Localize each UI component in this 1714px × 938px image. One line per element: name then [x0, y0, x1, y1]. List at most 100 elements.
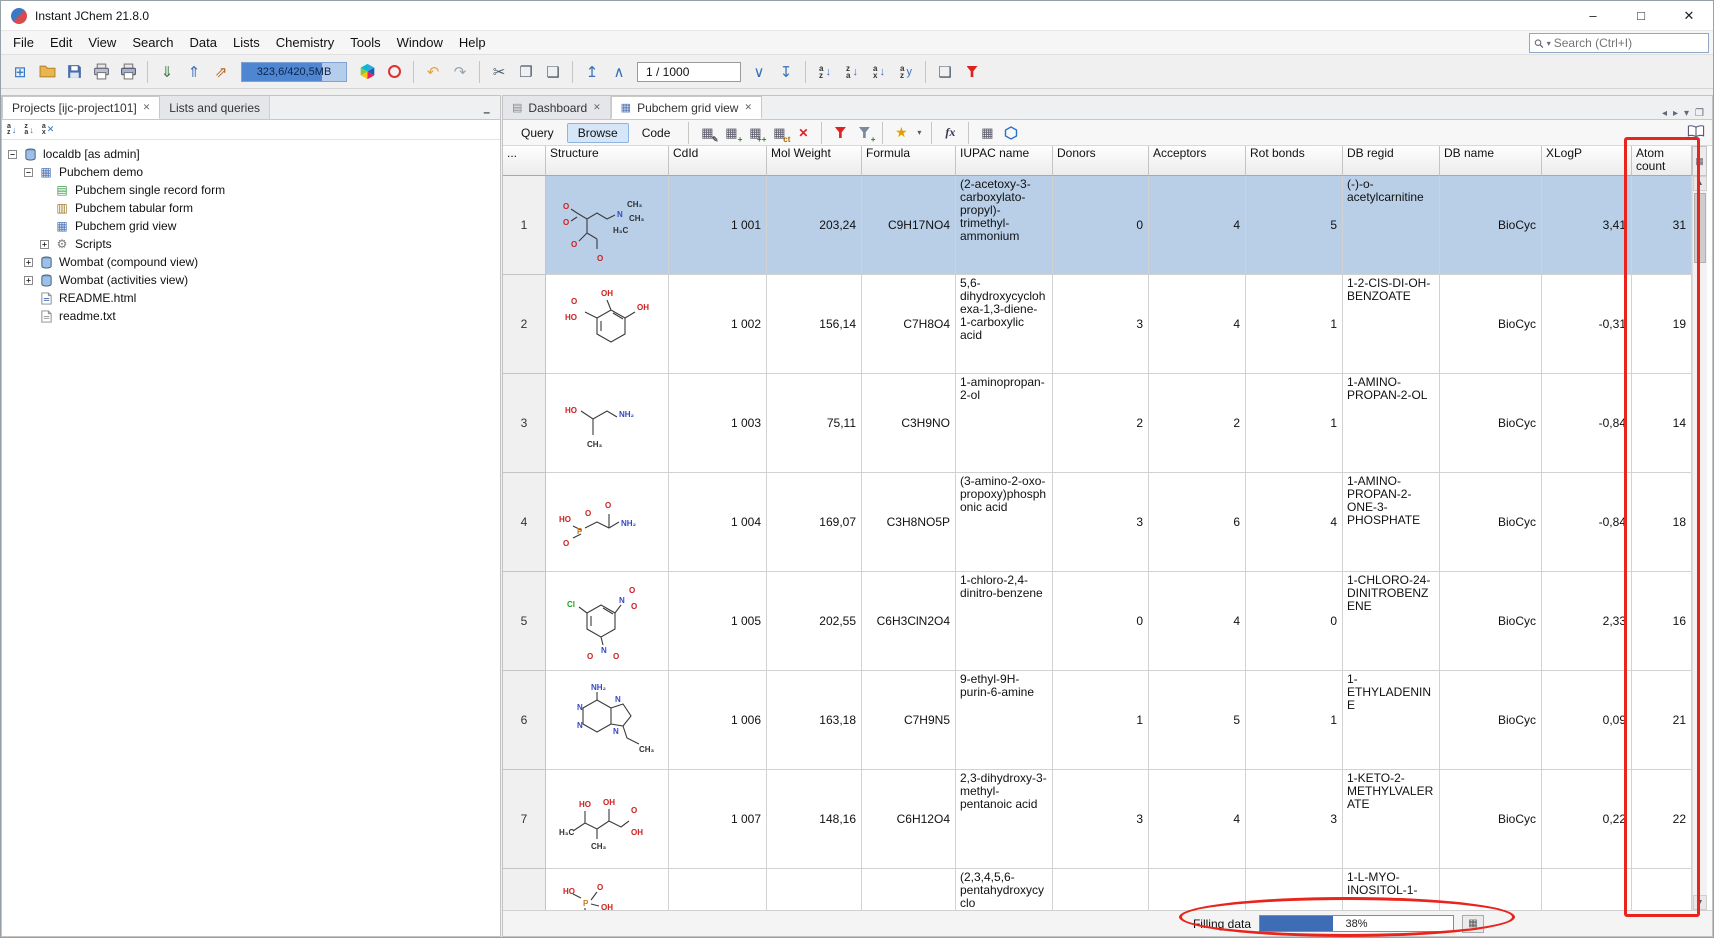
redo-button[interactable]: ↷	[447, 59, 473, 85]
cell-atom-count[interactable]: 22	[1632, 770, 1692, 869]
cell-cdid[interactable]: 1 002	[669, 275, 767, 374]
cell-formula[interactable]	[862, 869, 956, 910]
cell-mol-weight[interactable]: 156,14	[767, 275, 862, 374]
tree-item-single-record-form[interactable]: ▤ Pubchem single record form	[2, 181, 500, 199]
cell-db-name[interactable]: BioCyc	[1440, 176, 1542, 275]
favorites-button[interactable]: ★	[890, 123, 912, 143]
cell-rot-bonds[interactable]: 0	[1246, 572, 1343, 671]
cell-xlogp[interactable]: 0,22	[1542, 770, 1632, 869]
structure-editor-button[interactable]	[1000, 123, 1022, 143]
cell-xlogp[interactable]: -0,84	[1542, 374, 1632, 473]
cell-atom-count[interactable]: 18	[1632, 473, 1692, 572]
mode-browse[interactable]: Browse	[567, 123, 629, 143]
scroll-tabs-right-icon[interactable]: ▸	[1673, 108, 1678, 119]
mode-query[interactable]: Query	[510, 123, 565, 143]
tab-close-icon[interactable]: ✕	[143, 102, 151, 113]
cell-donors[interactable]: 0	[1053, 176, 1149, 275]
cell-structure[interactable]: H₃C HOOH OOH CH₃	[546, 770, 669, 869]
cell-formula[interactable]: C7H9N5	[862, 671, 956, 770]
menu-edit[interactable]: Edit	[42, 35, 80, 50]
cell-rot-bonds[interactable]: 3	[1246, 770, 1343, 869]
cell-atom-count[interactable]: 14	[1632, 374, 1692, 473]
column-header-rot-bonds[interactable]: Rot bonds	[1246, 146, 1343, 176]
cell-donors[interactable]: 3	[1053, 275, 1149, 374]
cell-db-name[interactable]: BioCyc	[1440, 572, 1542, 671]
cell-db-name[interactable]	[1440, 869, 1542, 910]
filter-button[interactable]	[959, 59, 985, 85]
tab-close-icon[interactable]: ✕	[593, 102, 601, 113]
cell-structure[interactable]: OHO OHOH	[546, 275, 669, 374]
cell-rot-bonds[interactable]: 1	[1246, 671, 1343, 770]
cell-donors[interactable]: 2	[1053, 374, 1149, 473]
table-row[interactable]: 2 OHO OHOH 1 002 156,14 C7H8O4 5,6-dihyd…	[503, 275, 1712, 374]
sort-by-name-button[interactable]: az↓	[7, 124, 16, 136]
last-record-button[interactable]: ↧	[773, 59, 799, 85]
maximize-view-icon[interactable]: ❐	[1695, 108, 1704, 119]
cell-atom-count[interactable]: 31	[1632, 176, 1692, 275]
memory-indicator[interactable]: 323,6/420,5MB	[241, 62, 347, 82]
column-header-db-name[interactable]: DB name	[1440, 146, 1542, 176]
cell-mol-weight[interactable]: 163,18	[767, 671, 862, 770]
row-number[interactable]: 7	[503, 770, 546, 869]
cell-cdid[interactable]: 1 005	[669, 572, 767, 671]
record-position-input[interactable]: 1 / 1000	[637, 62, 741, 82]
cell-db-regid[interactable]: (-)-o-acetylcarnitine	[1343, 176, 1440, 275]
column-header-acceptors[interactable]: Acceptors	[1149, 146, 1246, 176]
undo-button[interactable]: ↶	[420, 59, 446, 85]
cell-rot-bonds[interactable]: 1	[1246, 374, 1343, 473]
print-button[interactable]	[88, 59, 114, 85]
menu-help[interactable]: Help	[451, 35, 494, 50]
cell-acceptors[interactable]: 4	[1149, 176, 1246, 275]
minimize-button[interactable]: –	[1569, 1, 1617, 31]
cell-structure[interactable]: PHO OO ONH₂	[546, 473, 669, 572]
cell-atom-count[interactable]: 19	[1632, 275, 1692, 374]
row-number[interactable]: 6	[503, 671, 546, 770]
cell-xlogp[interactable]: 0,09	[1542, 671, 1632, 770]
cell-db-name[interactable]: BioCyc	[1440, 473, 1542, 572]
row-number[interactable]: 1	[503, 176, 546, 275]
print-preview-button[interactable]	[115, 59, 141, 85]
menu-lists[interactable]: Lists	[225, 35, 268, 50]
scrollbar-thumb[interactable]	[1694, 193, 1706, 263]
search-input[interactable]	[1554, 36, 1704, 50]
import-button[interactable]: ⇓	[154, 59, 180, 85]
cell-iupac-name[interactable]: 1-aminopropan-2-ol	[956, 374, 1053, 473]
table-row[interactable]: 3 HONH₂ CH₃ 1 003 75,11 C3H9NO 1-aminopr…	[503, 374, 1712, 473]
open-button[interactable]	[34, 59, 60, 85]
column-header-atom-count[interactable]: Atom count	[1632, 146, 1692, 176]
menu-view[interactable]: View	[80, 35, 124, 50]
query-filter-button[interactable]	[829, 123, 851, 143]
cell-xlogp[interactable]: 3,41	[1542, 176, 1632, 275]
row-number[interactable]	[503, 869, 546, 910]
expand-icon[interactable]: +	[24, 276, 33, 285]
cell-acceptors[interactable]: 4	[1149, 770, 1246, 869]
cell-rot-bonds[interactable]: 4	[1246, 473, 1343, 572]
cell-rot-bonds[interactable]: 5	[1246, 176, 1343, 275]
cell-acceptors[interactable]	[1149, 869, 1246, 910]
tree-item-grid-view[interactable]: ▦ Pubchem grid view	[2, 217, 500, 235]
cell-db-regid[interactable]: 1-CHLORO-24-DINITROBENZENE	[1343, 572, 1440, 671]
cell-iupac-name[interactable]: (2-acetoxy-3-carboxylato-propyl)-trimeth…	[956, 176, 1053, 275]
table-row[interactable]: 7 H₃C HOOH OOH CH₃ 1 007 148,16 C6H12O4 …	[503, 770, 1712, 869]
cell-donors[interactable]: 0	[1053, 572, 1149, 671]
cell-formula[interactable]: C3H8NO5P	[862, 473, 956, 572]
cell-iupac-name[interactable]: (3-amino-2-oxo-propoxy)phosphonic acid	[956, 473, 1053, 572]
column-header-cdid[interactable]: CdId	[669, 146, 767, 176]
cell-cdid[interactable]: 1 004	[669, 473, 767, 572]
cell-formula[interactable]: C7H8O4	[862, 275, 956, 374]
save-button[interactable]	[61, 59, 87, 85]
cell-acceptors[interactable]: 4	[1149, 572, 1246, 671]
maximize-button[interactable]: □	[1617, 1, 1665, 31]
cell-xlogp[interactable]: -0,31	[1542, 275, 1632, 374]
cell-acceptors[interactable]: 5	[1149, 671, 1246, 770]
cell-acceptors[interactable]: 2	[1149, 374, 1246, 473]
cell-mol-weight[interactable]: 169,07	[767, 473, 862, 572]
cell-db-name[interactable]: BioCyc	[1440, 770, 1542, 869]
cell-rot-bonds[interactable]	[1246, 869, 1343, 910]
cell-donors[interactable]: 1	[1053, 671, 1149, 770]
cell-db-regid[interactable]: 1-AMINO-PROPAN-2-ONE-3-PHOSPHATE	[1343, 473, 1440, 572]
cell-formula[interactable]: C6H3ClN2O4	[862, 572, 956, 671]
cell-db-name[interactable]: BioCyc	[1440, 671, 1542, 770]
column-header-rownum[interactable]: ...	[503, 146, 546, 176]
menu-chemistry[interactable]: Chemistry	[268, 35, 343, 50]
